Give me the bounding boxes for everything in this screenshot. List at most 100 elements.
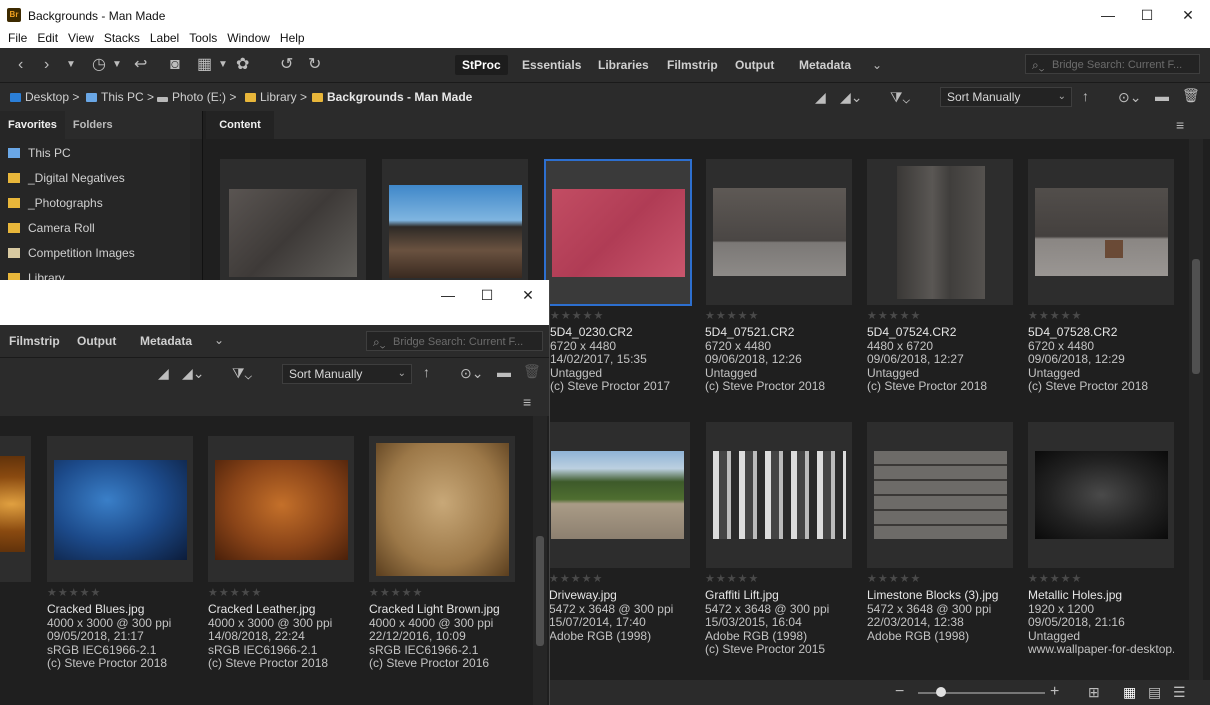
sort-dropdown[interactable]: Sort Manually ⌄ [282, 364, 412, 384]
quality-options-icon[interactable]: ◢⌄ [840, 89, 863, 106]
chevron-down-icon[interactable]: ▼ [218, 56, 228, 74]
thumbnail-card-selected[interactable] [544, 159, 692, 306]
rating-stars[interactable]: ★★★★★ [47, 588, 197, 599]
menu-label[interactable]: Label [145, 30, 184, 46]
minimize-button[interactable]: — [428, 280, 468, 310]
rating-stars[interactable]: ★★★★★ [867, 574, 1017, 585]
zoom-out-icon[interactable]: − [895, 683, 904, 701]
creative-cloud-icon[interactable]: ✿ [236, 56, 249, 74]
thumbnail-card[interactable] [867, 159, 1013, 305]
workspace-metadata[interactable]: Metadata [133, 331, 199, 351]
rating-stars[interactable]: ★★★★★ [550, 311, 700, 322]
bridge-search-input[interactable]: ⌕⌄ Bridge Search: Current F... [366, 331, 543, 351]
workspace-filmstrip[interactable]: Filmstrip [2, 331, 67, 351]
workspace-filmstrip[interactable]: Filmstrip [660, 55, 725, 75]
slider-handle[interactable] [936, 687, 946, 697]
camera-icon[interactable]: ◙ [170, 56, 180, 74]
quality-icon[interactable]: ◢ [158, 365, 169, 382]
refine-icon[interactable]: ▦ [197, 56, 212, 74]
favorite-camera-roll[interactable]: Camera Roll [8, 221, 95, 235]
list-view-icon[interactable]: ☰ [1173, 684, 1186, 701]
zoom-in-icon[interactable]: + [1050, 683, 1059, 701]
rotate-right-icon[interactable]: ↻ [308, 56, 321, 74]
quality-options-icon[interactable]: ◢⌄ [182, 365, 205, 382]
close-button[interactable]: ✕ [1168, 0, 1208, 30]
thumbnail-card[interactable] [544, 422, 690, 568]
bridge-search-input[interactable]: ⌕⌄ Bridge Search: Current F... [1025, 54, 1200, 74]
thumbnail-view-icon[interactable]: ▦ [1123, 684, 1136, 701]
workspace-metadata[interactable]: Metadata [792, 55, 858, 75]
workspace-stproc[interactable]: StProc [455, 55, 508, 75]
favorite-competition-images[interactable]: Competition Images [8, 246, 135, 260]
panel-menu-icon[interactable]: ≡ [523, 394, 531, 410]
thumbnail-card[interactable] [1028, 422, 1174, 568]
workspace-output[interactable]: Output [70, 331, 123, 351]
menu-file[interactable]: File [0, 30, 32, 46]
chevron-down-icon[interactable]: ▼ [66, 56, 76, 74]
new-folder-icon[interactable]: ▬ [1155, 88, 1169, 104]
maximize-button[interactable]: ☐ [467, 280, 507, 310]
workspace-menu-chevron-icon[interactable]: ⌄ [214, 331, 224, 349]
tab-folders[interactable]: Folders [65, 111, 121, 139]
recent-icon[interactable]: ◷ [92, 56, 106, 74]
open-recent-icon[interactable]: ⊙⌄ [460, 365, 483, 382]
rating-stars[interactable]: ★★★★★ [1028, 311, 1178, 322]
scrollbar-thumb[interactable] [536, 536, 544, 646]
favorite-photographs[interactable]: _Photographs [8, 196, 103, 210]
thumbnail-card[interactable] [47, 436, 193, 582]
open-recent-icon[interactable]: ⊙⌄ [1118, 89, 1141, 106]
sort-ascending-icon[interactable]: ↑ [423, 364, 430, 380]
menu-help[interactable]: Help [275, 30, 310, 46]
filter-icon[interactable]: ⧩⌄ [890, 89, 910, 106]
minimize-button[interactable]: — [1088, 0, 1128, 30]
menu-window[interactable]: Window [222, 30, 275, 46]
rating-stars[interactable]: ★★★★★ [705, 311, 855, 322]
delete-icon[interactable]: 🗑 [1182, 87, 1200, 104]
workspace-essentials[interactable]: Essentials [515, 55, 588, 75]
breadcrumb-photo-drive[interactable]: Photo (E:) > [157, 90, 236, 104]
rating-stars[interactable]: ★★★★★ [208, 588, 358, 599]
rating-stars[interactable]: ★★★★★ [1028, 574, 1174, 585]
breadcrumb-desktop[interactable]: Desktop > [10, 90, 79, 104]
breadcrumb-library[interactable]: Library > [245, 90, 307, 104]
panel-menu-icon[interactable]: ≡ [1176, 117, 1184, 133]
rotate-left-icon[interactable]: ↺ [280, 56, 293, 74]
menu-edit[interactable]: Edit [32, 30, 63, 46]
thumbnail-card[interactable] [1028, 159, 1174, 305]
tab-content[interactable]: Content [206, 111, 274, 139]
boomerang-icon[interactable]: ↩ [134, 56, 147, 74]
new-folder-icon[interactable]: ▬ [497, 364, 511, 380]
sort-dropdown[interactable]: Sort Manually ⌄ [940, 87, 1072, 107]
chevron-down-icon[interactable]: ▼ [112, 56, 122, 74]
breadcrumb-current[interactable]: Backgrounds - Man Made [312, 90, 472, 104]
menu-view[interactable]: View [63, 30, 99, 46]
lock-grid-icon[interactable]: ⊞ [1088, 684, 1100, 701]
maximize-button[interactable]: ☐ [1127, 0, 1167, 30]
details-view-icon[interactable]: ▤ [1148, 684, 1161, 701]
rating-stars[interactable]: ★★★★★ [549, 574, 699, 585]
content-scrollbar[interactable] [1189, 139, 1203, 680]
favorites-scrollbar[interactable] [190, 139, 202, 281]
breadcrumb-this-pc[interactable]: This PC > [86, 90, 154, 104]
rating-stars[interactable]: ★★★★★ [867, 311, 1017, 322]
delete-icon[interactable]: 🗑 [523, 363, 541, 380]
thumbnail-card[interactable] [208, 436, 354, 582]
menu-stacks[interactable]: Stacks [99, 30, 145, 46]
thumbnail-card[interactable] [867, 422, 1013, 568]
forward-icon[interactable]: › [44, 56, 49, 74]
workspace-menu-chevron-icon[interactable]: ⌄ [872, 56, 882, 74]
sort-ascending-icon[interactable]: ↑ [1082, 88, 1089, 104]
thumbnail-card[interactable] [706, 422, 852, 568]
rating-stars[interactable]: ★★★★★ [369, 588, 519, 599]
thumbnail-card[interactable] [706, 159, 852, 305]
close-button[interactable]: ✕ [508, 280, 548, 310]
thumbnail-card[interactable] [0, 436, 31, 582]
favorite-digital-negatives[interactable]: _Digital Negatives [8, 171, 125, 185]
workspace-libraries[interactable]: Libraries [591, 55, 656, 75]
filter-icon[interactable]: ⧩⌄ [232, 365, 252, 382]
rating-stars[interactable]: ★★★★★ [705, 574, 855, 585]
menu-tools[interactable]: Tools [184, 30, 222, 46]
scrollbar-thumb[interactable] [1192, 259, 1200, 374]
thumbnail-card[interactable] [369, 436, 515, 582]
workspace-output[interactable]: Output [728, 55, 781, 75]
